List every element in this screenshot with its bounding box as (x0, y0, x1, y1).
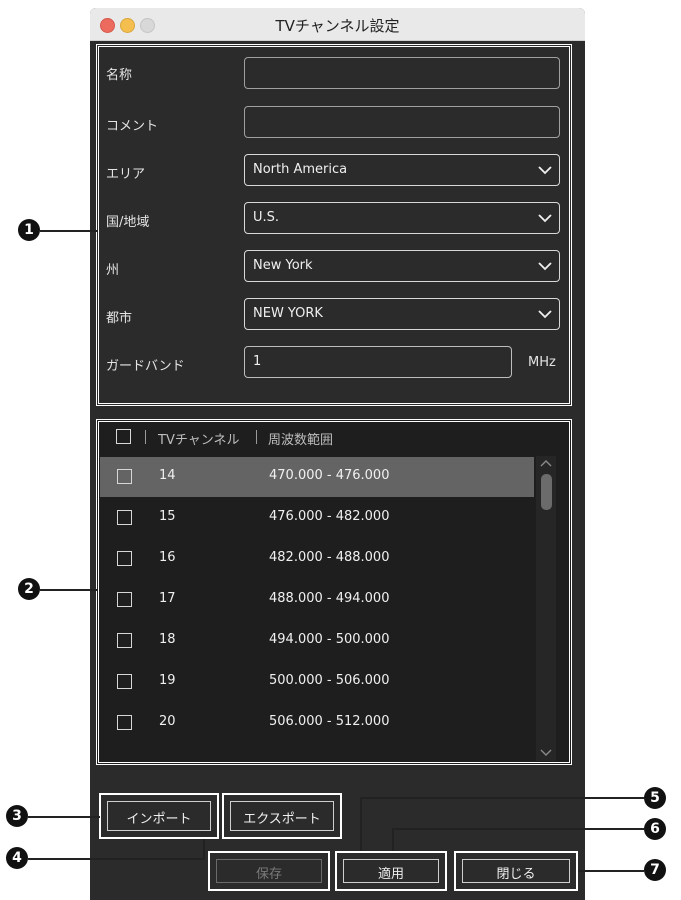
apply-label: 適用 (377, 867, 404, 882)
chevron-down-icon (538, 166, 552, 175)
callout-line (578, 870, 644, 872)
frequency-cell: 494.000 - 500.000 (269, 632, 390, 647)
callout-line (28, 816, 100, 818)
chevron-down-icon (538, 310, 552, 319)
callout-5: 5 (644, 787, 666, 809)
comment-label: コメント (106, 119, 159, 134)
row-checkbox[interactable] (117, 469, 132, 484)
export-label: エクスポート (243, 812, 321, 827)
save-button[interactable]: 保存 (213, 856, 325, 886)
header-channel[interactable]: TVチャンネル (158, 429, 239, 448)
row-checkbox[interactable] (117, 510, 132, 525)
close-button[interactable]: 閉じる (459, 856, 573, 886)
scroll-down-icon[interactable] (540, 749, 552, 757)
table-row[interactable]: 20 506.000 - 512.000 (100, 703, 534, 743)
select-all-checkbox[interactable] (116, 429, 131, 444)
column-divider (145, 430, 146, 444)
callout-3: 3 (6, 805, 28, 827)
table-row[interactable]: 14 470.000 - 476.000 (100, 457, 534, 497)
channel-cell: 14 (159, 468, 176, 483)
chevron-down-icon (538, 262, 552, 271)
name-field[interactable] (244, 57, 560, 89)
export-button[interactable]: エクスポート (227, 798, 337, 834)
table-row[interactable]: 17 488.000 - 494.000 (100, 580, 534, 620)
row-checkbox[interactable] (117, 715, 132, 730)
header-frequency-range[interactable]: 周波数範囲 (268, 429, 333, 448)
frequency-cell: 506.000 - 512.000 (269, 714, 390, 729)
callout-7: 7 (644, 859, 666, 881)
callout-4: 4 (6, 847, 28, 869)
callout-6: 6 (644, 818, 666, 840)
guardband-label: ガードバンド (106, 359, 185, 374)
guardband-value: 1 (253, 354, 262, 369)
callout-line (392, 828, 394, 851)
row-checkbox[interactable] (117, 592, 132, 607)
scroll-up-icon[interactable] (540, 459, 552, 467)
save-label: 保存 (255, 867, 282, 882)
import-label: インポート (126, 812, 192, 827)
callout-line (40, 589, 98, 591)
country-label: 国/地域 (106, 215, 150, 230)
state-select[interactable]: New York (244, 250, 560, 282)
callout-2: 2 (18, 578, 40, 600)
state-label: 州 (106, 263, 120, 278)
state-value: New York (253, 258, 313, 273)
country-select[interactable]: U.S. (244, 202, 560, 234)
channel-cell: 15 (159, 509, 176, 524)
guardband-unit: MHz (528, 355, 556, 370)
apply-button[interactable]: 適用 (340, 856, 442, 886)
channel-cell: 17 (159, 591, 176, 606)
frequency-cell: 500.000 - 506.000 (269, 673, 390, 688)
frequency-cell: 482.000 - 488.000 (269, 550, 390, 565)
row-checkbox[interactable] (117, 633, 132, 648)
country-value: U.S. (253, 210, 280, 225)
callout-line (40, 230, 98, 232)
table-row[interactable]: 18 494.000 - 500.000 (100, 621, 534, 661)
table-row[interactable]: 19 500.000 - 506.000 (100, 662, 534, 702)
channel-cell: 19 (159, 673, 176, 688)
area-select[interactable]: North America (244, 154, 560, 186)
scrollbar-thumb[interactable] (541, 474, 552, 510)
callout-line (203, 839, 205, 860)
callout-line (28, 858, 204, 860)
window-title: TVチャンネル設定 (275, 17, 400, 35)
close-label: 閉じる (496, 867, 536, 882)
row-checkbox[interactable] (117, 674, 132, 689)
area-label: エリア (106, 167, 146, 182)
callout-1: 1 (18, 219, 40, 241)
city-value: NEW YORK (253, 306, 323, 321)
frequency-cell: 470.000 - 476.000 (269, 468, 390, 483)
guardband-input[interactable]: 1 (244, 346, 512, 378)
name-label: 名称 (106, 68, 133, 83)
city-label: 都市 (106, 311, 133, 326)
table-row[interactable]: 16 482.000 - 488.000 (100, 539, 534, 579)
row-checkbox[interactable] (117, 551, 132, 566)
channel-cell: 18 (159, 632, 176, 647)
import-button[interactable]: インポート (104, 798, 214, 834)
frequency-cell: 488.000 - 494.000 (269, 591, 390, 606)
callout-line (360, 797, 362, 851)
chevron-down-icon (538, 214, 552, 223)
channel-cell: 16 (159, 550, 176, 565)
column-divider (256, 430, 257, 444)
title-bar: TVチャンネル設定 (90, 8, 585, 41)
callout-line (360, 797, 644, 799)
area-value: North America (253, 162, 348, 177)
frequency-cell: 476.000 - 482.000 (269, 509, 390, 524)
callout-line (392, 828, 644, 830)
city-select[interactable]: NEW YORK (244, 298, 560, 330)
table-row[interactable]: 15 476.000 - 482.000 (100, 498, 534, 538)
comment-field[interactable] (244, 106, 560, 138)
channel-cell: 20 (159, 714, 176, 729)
